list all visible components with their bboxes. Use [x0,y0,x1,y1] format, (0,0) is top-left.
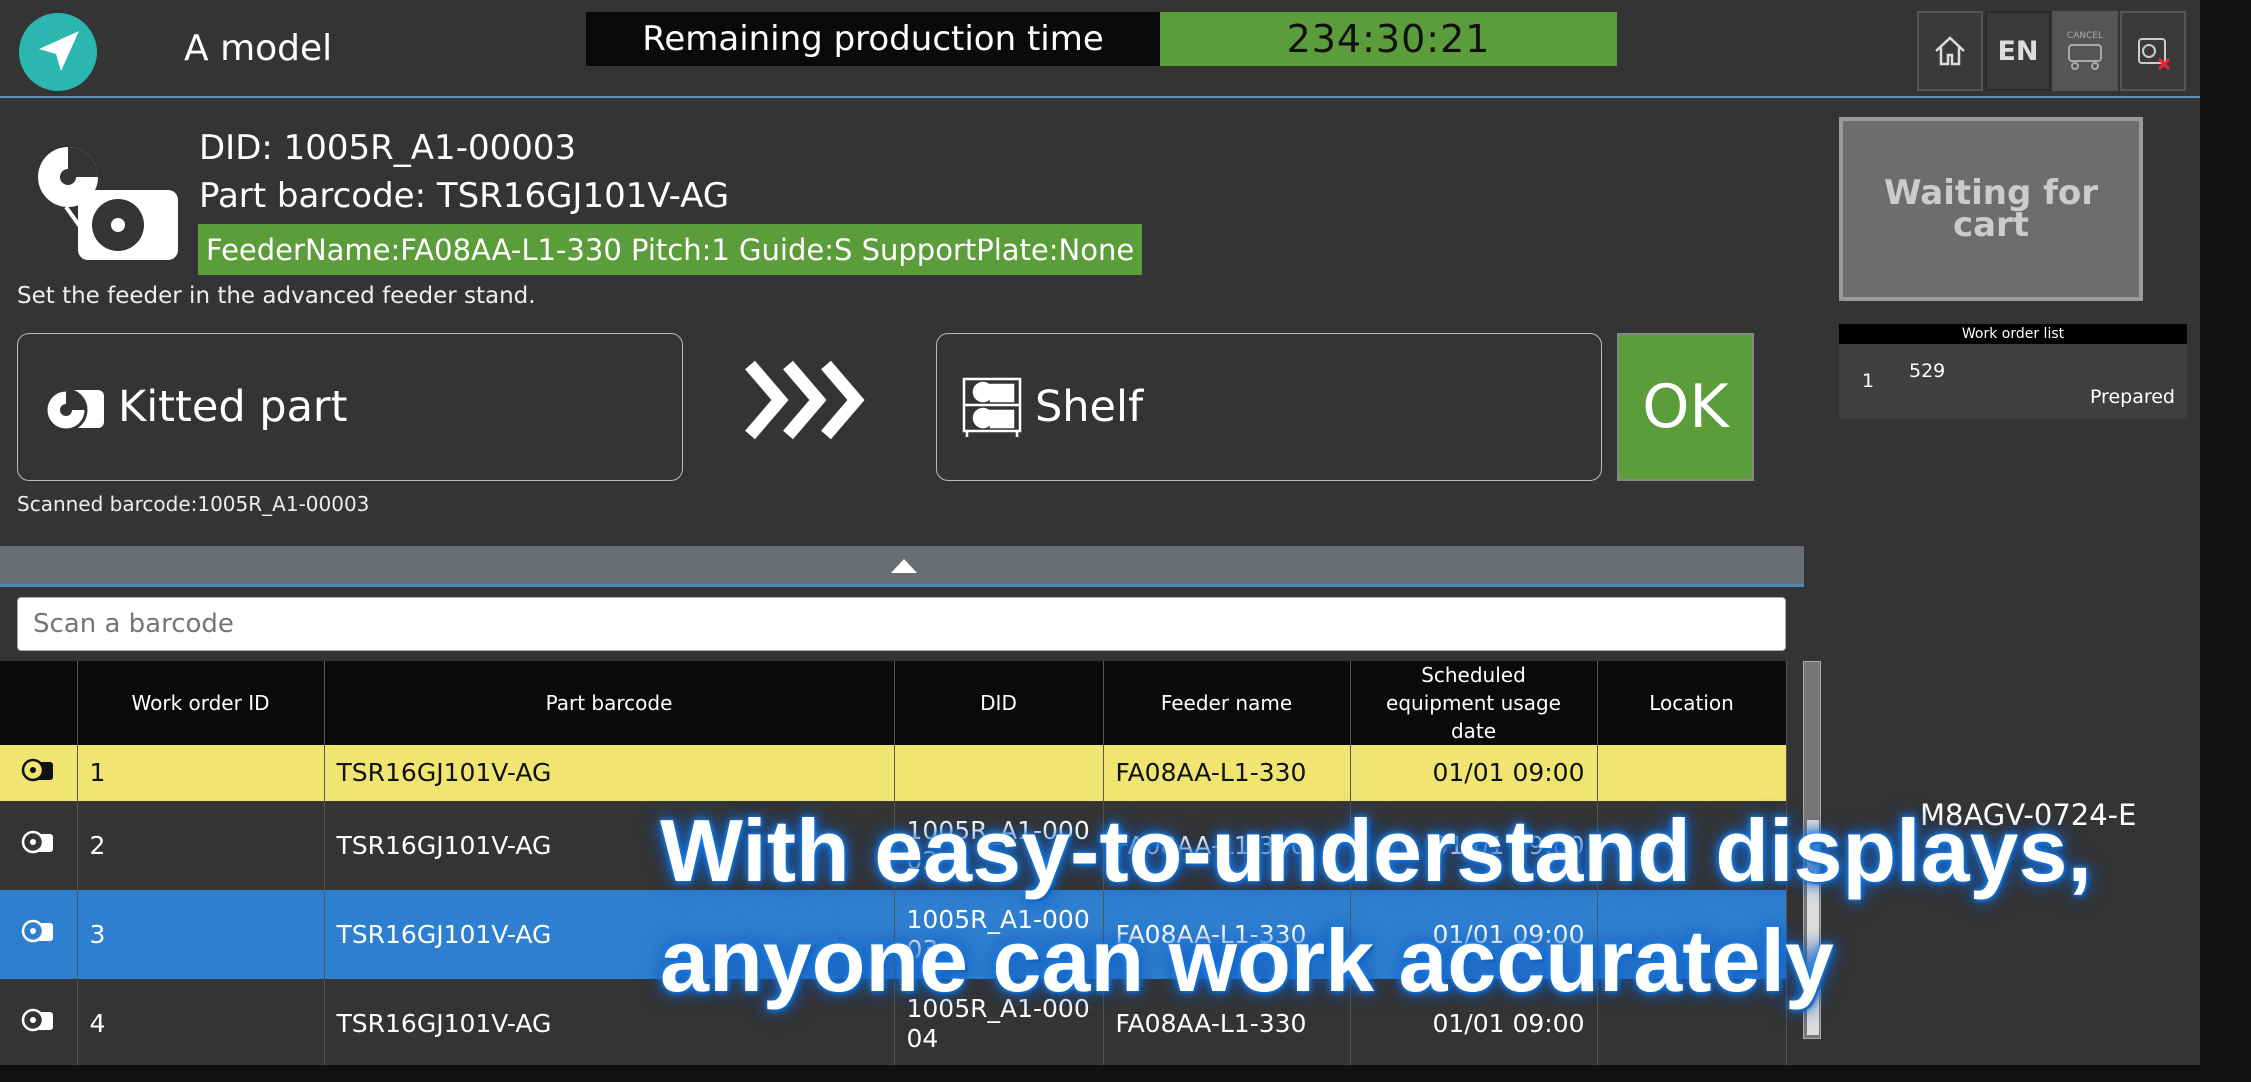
work-order-list-item[interactable]: 1 529 Prepared [1839,344,2187,419]
cell-did [894,745,1104,801]
column-header-feeder-name[interactable]: Feeder name [1103,661,1351,745]
table-row[interactable]: 1 TSR16GJ101V-AG FA08AA-L1-330 01/01 09:… [0,745,1787,801]
row-feeder-icon [0,979,78,1065]
cell-work-order-id: 3 [77,890,325,979]
column-header-icon [0,661,78,745]
cell-work-order-id: 1 [77,745,325,801]
home-icon [1935,36,1965,66]
instruction-text: Set the feeder in the advanced feeder st… [17,283,536,309]
language-button[interactable]: EN [1985,11,2051,91]
promo-caption-overlay: With easy-to-understand displays, anyone… [660,796,2092,1016]
column-header-part-barcode[interactable]: Part barcode [324,661,895,745]
destination-label: Shelf [1035,382,1144,432]
destination-shelf-box: Shelf [936,333,1602,481]
part-barcode: Part barcode: TSR16GJ101V-AG [199,176,730,216]
transfer-arrows-icon [740,355,870,445]
scanned-barcode-text: Scanned barcode:1005R_A1-00003 [17,492,370,516]
column-header-scheduled-date[interactable]: Scheduled equipment usage date [1350,661,1598,745]
source-kitted-part-box: Kitted part [17,333,683,481]
work-order-list-title: Work order list [1839,324,2187,344]
feeder-cancel-button[interactable] [2120,11,2186,91]
kitted-reel-icon [44,388,104,432]
remaining-time-label: Remaining production time [586,12,1160,66]
cart-icon [2068,44,2102,70]
cancel-label: CANCEL [2066,31,2104,41]
cancel-cart-button[interactable]: CANCEL [2052,11,2118,91]
cell-feeder-name: FA08AA-L1-330 [1103,745,1351,801]
navigation-logo-icon[interactable] [19,13,97,91]
barcode-search-input[interactable] [17,597,1786,651]
cell-work-order-id: 4 [77,979,325,1065]
work-order-status: Prepared [2089,386,2175,408]
work-order-index: 1 [1862,370,1875,392]
feeder-info-banner: FeederName:FA08AA-L1-330 Pitch:1 Guide:S… [198,224,1143,275]
caption-line-1: With easy-to-understand displays, [660,801,2092,900]
cell-part-barcode: TSR16GJ101V-AG [324,745,895,801]
source-label: Kitted part [118,382,348,432]
part-did: DID: 1005R_A1-00003 [199,128,577,168]
chevron-up-icon [891,559,917,573]
column-header-work-order-id[interactable]: Work order ID [77,661,325,745]
row-feeder-icon [0,890,78,979]
cell-location [1597,745,1787,801]
waiting-for-cart-button[interactable]: Waiting for cart [1839,117,2143,301]
collapse-panel-button[interactable] [0,546,1804,587]
feeder-cancel-icon [2138,38,2171,71]
table-header-row: Work order ID Part barcode DID Feeder na… [0,661,1787,745]
caption-line-2: anyone can work accurately [660,911,1834,1010]
app-window: A model Remaining production time 234:30… [0,0,2200,1065]
cell-work-order-id: 2 [77,801,325,890]
row-feeder-icon [0,801,78,890]
shelf-icon [962,377,1022,437]
header-bar: A model Remaining production time 234:30… [0,0,2200,98]
home-button[interactable] [1917,11,1983,91]
model-name: A model [184,28,333,69]
cell-scheduled-date: 01/01 09:00 [1350,745,1598,801]
ok-button[interactable]: OK [1617,333,1754,481]
work-order-id: 529 [1909,360,1946,382]
reel-feeder-icon [18,125,186,265]
remaining-time-value: 234:30:21 [1160,12,1617,66]
column-header-location[interactable]: Location [1597,661,1787,745]
row-feeder-icon [0,745,78,801]
column-header-did[interactable]: DID [894,661,1104,745]
